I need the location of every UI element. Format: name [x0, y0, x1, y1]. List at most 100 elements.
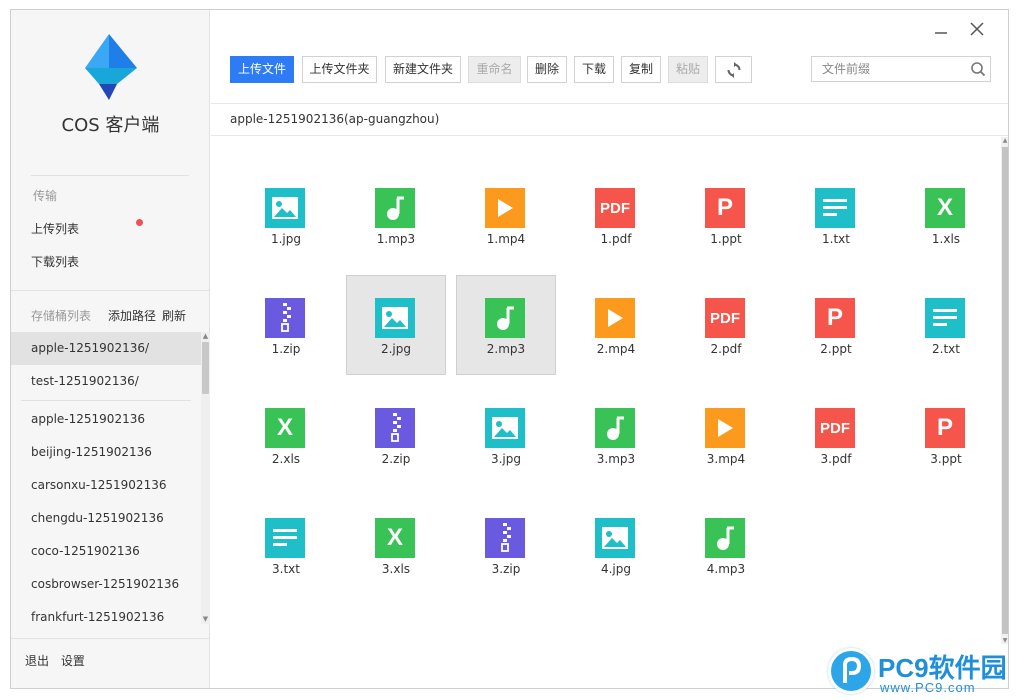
file-item[interactable]: X 2.xls [236, 385, 336, 485]
file-name: 2.jpg [380, 342, 412, 356]
paste-button[interactable]: 粘贴 [668, 56, 708, 83]
upload-file-button[interactable]: 上传文件 [230, 56, 294, 83]
divider [31, 175, 189, 176]
txt-file-icon [925, 298, 965, 338]
file-item[interactable]: 2.zip [346, 385, 446, 485]
sidebar-scrollbar[interactable]: ▲ ▼ [201, 332, 210, 624]
main-scrollbar[interactable]: ▲ ▼ [1001, 137, 1008, 644]
upload-folder-button[interactable]: 上传文件夹 [302, 56, 377, 83]
file-item[interactable]: X 1.xls [896, 165, 996, 265]
zip-file-icon [485, 518, 525, 558]
divider [11, 638, 210, 639]
refresh-icon [727, 62, 740, 78]
download-list-link[interactable]: 下载列表 [31, 253, 79, 270]
ppt-file-icon: P [705, 188, 745, 228]
img-file-icon [375, 298, 415, 338]
copy-button[interactable]: 复制 [621, 56, 661, 83]
cos-logo-icon [85, 34, 137, 100]
file-item[interactable]: 1.jpg [236, 165, 336, 265]
sidebar: COS 客户端 传输 上传列表 下载列表 存储桶列表 添加路径 刷新 apple… [11, 10, 210, 688]
add-path-link[interactable]: 添加路径 [108, 307, 156, 324]
file-item[interactable]: PDF 2.pdf [676, 275, 776, 375]
file-item[interactable]: 3.jpg [456, 385, 556, 485]
img-file-icon [265, 188, 305, 228]
delete-button[interactable]: 删除 [527, 56, 567, 83]
file-item[interactable]: 1.txt [786, 165, 886, 265]
bucket-item[interactable]: coco-1251902136 [11, 535, 201, 568]
file-item[interactable]: 2.mp3 [456, 275, 556, 375]
file-item[interactable]: 1.zip [236, 275, 336, 375]
file-item[interactable]: X 3.xls [346, 495, 446, 595]
file-item[interactable]: P 3.ppt [896, 385, 996, 485]
mp3-file-icon [595, 408, 635, 448]
scrollbar-thumb[interactable] [202, 342, 209, 394]
close-icon[interactable] [968, 22, 986, 40]
scrollbar-thumb[interactable] [1002, 147, 1008, 634]
upload-list-link[interactable]: 上传列表 [31, 220, 79, 237]
app-title: COS 客户端 [61, 115, 160, 136]
file-name: 2.mp4 [596, 342, 636, 356]
file-item[interactable]: 3.txt [236, 495, 336, 595]
file-name: 4.mp3 [706, 562, 746, 576]
file-item[interactable]: 2.jpg [346, 275, 446, 375]
file-name: 3.mp3 [596, 452, 636, 466]
bucket-item[interactable]: beijing-1251902136 [11, 436, 201, 469]
scroll-up-icon[interactable]: ▲ [1001, 137, 1008, 144]
minimize-icon[interactable] [932, 22, 950, 40]
file-name: 2.ppt [820, 342, 852, 356]
search-input[interactable] [812, 57, 962, 81]
file-item[interactable]: 1.mp4 [456, 165, 556, 265]
new-folder-button[interactable]: 新建文件夹 [385, 56, 461, 83]
scroll-up-icon[interactable]: ▲ [201, 332, 210, 341]
saved-path-item[interactable]: test-1251902136/ [11, 365, 201, 398]
file-item[interactable]: P 1.ppt [676, 165, 776, 265]
file-name: 2.pdf [710, 342, 742, 356]
bucket-item[interactable]: chengdu-1251902136 [11, 502, 201, 535]
file-item[interactable]: 2.mp4 [566, 275, 666, 375]
divider [11, 290, 210, 291]
file-name: 2.mp3 [486, 342, 526, 356]
file-item[interactable]: 3.mp3 [566, 385, 666, 485]
file-name: 3.zip [491, 562, 521, 576]
scroll-down-icon[interactable]: ▼ [201, 615, 210, 624]
mp3-file-icon [375, 188, 415, 228]
file-item[interactable]: 2.txt [896, 275, 996, 375]
file-item[interactable]: 3.zip [456, 495, 556, 595]
img-file-icon [485, 408, 525, 448]
file-name: 2.zip [381, 452, 411, 466]
search-icon[interactable] [970, 61, 986, 77]
scroll-down-icon[interactable]: ▼ [1001, 637, 1008, 644]
file-item[interactable]: 4.mp3 [676, 495, 776, 595]
rename-button[interactable]: 重命名 [468, 56, 521, 83]
saved-path-item[interactable]: apple-1251902136/ [11, 332, 201, 365]
pdf-file-icon: PDF [595, 188, 635, 228]
file-name: 3.pdf [820, 452, 852, 466]
bucket-item[interactable]: carsonxu-1251902136 [11, 469, 201, 502]
bucket-item[interactable]: cosbrowser-1251902136 [11, 568, 201, 601]
mp4-file-icon [485, 188, 525, 228]
file-name: 3.ppt [930, 452, 962, 466]
transfer-section-label: 传输 [33, 189, 58, 203]
logout-link[interactable]: 退出 [25, 654, 49, 668]
bucket-item[interactable]: apple-1251902136 [11, 403, 201, 436]
file-name: 4.jpg [600, 562, 632, 576]
mp4-file-icon [595, 298, 635, 338]
watermark-url: www.PC9.com [880, 680, 976, 695]
file-item[interactable]: 4.jpg [566, 495, 666, 595]
xls-file-icon: X [265, 408, 305, 448]
file-name: 1.pdf [600, 232, 632, 246]
mp3-file-icon [485, 298, 525, 338]
file-item[interactable]: 1.mp3 [346, 165, 446, 265]
download-button[interactable]: 下载 [574, 56, 614, 83]
settings-link[interactable]: 设置 [61, 654, 85, 668]
file-item[interactable]: P 2.ppt [786, 275, 886, 375]
refresh-button[interactable] [715, 56, 752, 83]
search-box [811, 56, 991, 82]
file-item[interactable]: PDF 1.pdf [566, 165, 666, 265]
ppt-file-icon: P [925, 408, 965, 448]
bucket-item[interactable]: frankfurt-1251902136 [11, 601, 201, 624]
txt-file-icon [815, 188, 855, 228]
file-item[interactable]: 3.mp4 [676, 385, 776, 485]
refresh-link[interactable]: 刷新 [162, 307, 186, 324]
file-item[interactable]: PDF 3.pdf [786, 385, 886, 485]
